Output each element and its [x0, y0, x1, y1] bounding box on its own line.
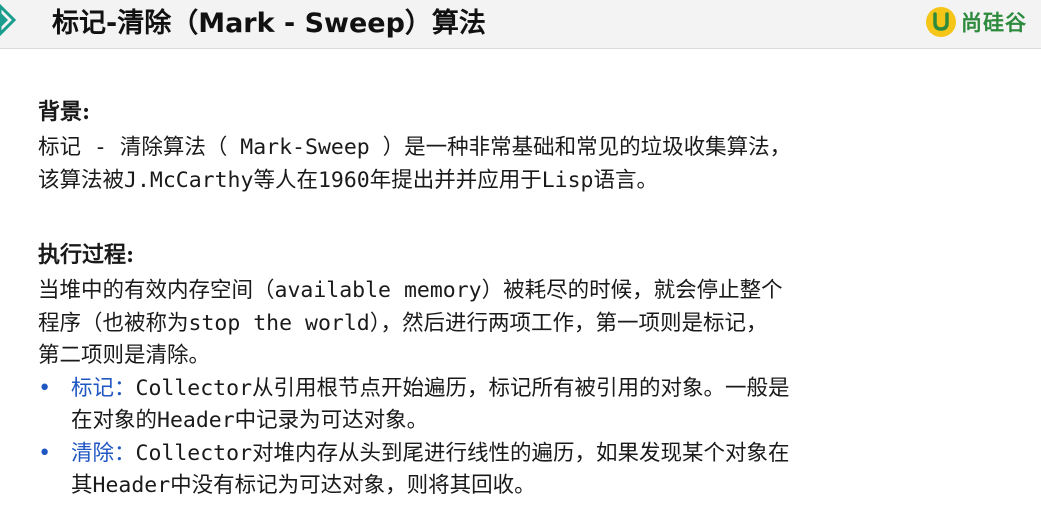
bullet-icon: • [38, 375, 52, 401]
paragraph-line: 该算法被J.McCarthy等人在1960年提出并并应用于Lisp语言。 [38, 167, 658, 193]
paragraph-line: 标记 - 清除算法（ Mark-Sweep ）是一种非常基础和常见的垃圾收集算法… [38, 135, 792, 160]
list-item-mark: • 标记：Collector从引用根节点开始遍历，标记所有被引用的对象。一般是 … [38, 373, 1028, 438]
list-item-sweep: • 清除：Collector对堆内存从头到尾进行线性的遍历，如果发现某个对象在 … [38, 438, 1028, 503]
process-paragraph: 当堆中的有效内存空间（available memory）被耗尽的时候，就会停止整… [38, 275, 1028, 373]
bullet-label: 标记： [71, 375, 136, 401]
slide-header: 标记-清除（Mark - Sweep）算法 尚硅谷 [0, 0, 1041, 49]
bullet-label: 清除： [71, 440, 136, 466]
background-paragraph: 标记 - 清除算法（ Mark-Sweep ）是一种非常基础和常见的垃圾收集算法… [38, 132, 1028, 197]
paragraph-line: 程序（也被称为stop the world），然后进行两项工作，第一项则是标记， [38, 310, 768, 336]
paragraph-line: 第二项则是清除。 [38, 343, 211, 368]
process-heading: 执行过程: [38, 242, 135, 268]
brand-badge-icon [926, 7, 956, 37]
bullet-text: Collector对堆内存从头到尾进行线性的遍历，如果发现某个对象在 [135, 440, 790, 466]
brand-logo: 尚硅谷 [926, 7, 1027, 37]
bullet-text: Collector从引用根节点开始遍历，标记所有被引用的对象。一般是 [135, 375, 790, 401]
process-steps-list: • 标记：Collector从引用根节点开始遍历，标记所有被引用的对象。一般是 … [38, 373, 1028, 503]
paragraph-line: 当堆中的有效内存空间（available memory）被耗尽的时候，就会停止整… [38, 278, 783, 303]
brand-name: 尚硅谷 [961, 11, 1027, 35]
slide-title: 标记-清除（Mark - Sweep）算法 [52, 8, 486, 39]
bullet-text: 其Header中没有标记为可达对象，则将其回收。 [71, 473, 536, 498]
slide-content: 背景: 标记 - 清除算法（ Mark-Sweep ）是一种非常基础和常见的垃圾… [38, 96, 1028, 503]
background-heading: 背景: [38, 99, 91, 125]
bullet-icon: • [38, 440, 52, 466]
diamond-corner-icon [0, 3, 17, 37]
bullet-text: 在对象的Header中记录为可达对象。 [71, 408, 429, 433]
